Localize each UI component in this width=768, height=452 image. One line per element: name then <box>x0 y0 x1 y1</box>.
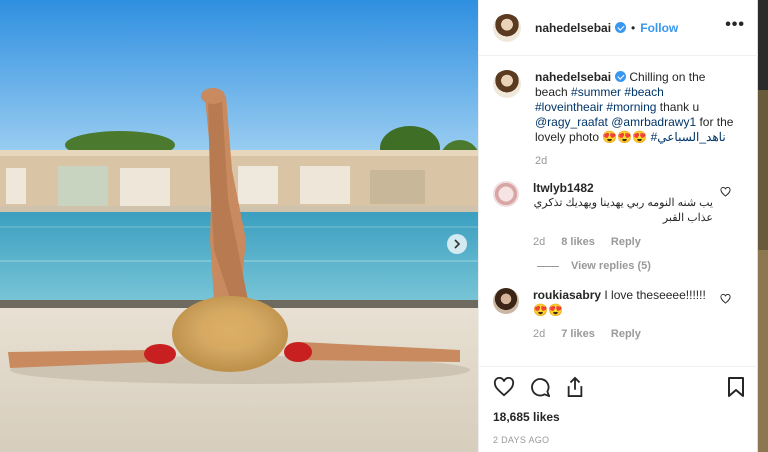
beach-photo-illustration <box>0 0 478 452</box>
hashtag-arabic[interactable]: #ناهد_السباعي <box>651 130 726 144</box>
reply-button[interactable]: Reply <box>611 236 641 248</box>
author-avatar[interactable] <box>493 13 521 42</box>
bookmark-icon[interactable] <box>727 376 745 398</box>
commenter-avatar[interactable] <box>493 181 519 207</box>
comment-time[interactable]: 2d <box>533 328 545 340</box>
caption-avatar[interactable] <box>493 70 521 98</box>
post-date[interactable]: 2 DAYS AGO <box>493 435 745 445</box>
post-photo <box>0 0 478 452</box>
view-replies-button[interactable]: View replies (5) <box>537 260 745 272</box>
hashtag-beach[interactable]: #beach <box>624 85 663 99</box>
comment-time[interactable]: 2d <box>533 236 545 248</box>
hashtag-morning[interactable]: #morning <box>606 100 656 114</box>
commenter-avatar[interactable] <box>493 288 519 314</box>
caption-text: nahedelsebai Chilling on the beach #summ… <box>535 70 735 145</box>
mention-ragy[interactable]: @ragy_raafat <box>535 115 608 129</box>
background-gutter <box>758 0 768 452</box>
comment-meta: 2d 8 likes Reply <box>533 236 713 248</box>
heart-icon[interactable] <box>720 187 731 197</box>
comment: roukiasabry I love theseeee!!!!!!😍😍 2d 7… <box>493 288 745 340</box>
post-actions: 18,685 likes 2 DAYS AGO <box>479 366 759 445</box>
comment-likes[interactable]: 7 likes <box>561 328 595 340</box>
follow-button[interactable]: Follow <box>640 21 678 35</box>
post-side-panel: nahedelsebai • Follow ••• nahedelsebai C… <box>478 0 759 452</box>
heart-icon[interactable] <box>493 377 515 397</box>
hashtag-summer[interactable]: #summer <box>571 85 621 99</box>
comment-username[interactable]: ltwlyb1482 <box>533 181 594 195</box>
separator-dot: • <box>631 20 636 35</box>
comment-likes[interactable]: 8 likes <box>561 236 595 248</box>
gutter-shade <box>758 90 768 250</box>
caption-text-part: thank u <box>656 100 700 114</box>
caption-time[interactable]: 2d <box>535 155 547 167</box>
action-bar <box>493 375 745 399</box>
caption-meta: 2d <box>535 155 735 167</box>
caption: nahedelsebai Chilling on the beach #summ… <box>493 70 745 167</box>
caption-username[interactable]: nahedelsebai <box>535 70 611 84</box>
more-options-button[interactable]: ••• <box>725 17 745 33</box>
comment-meta: 2d 7 likes Reply <box>533 328 713 340</box>
heart-icon[interactable] <box>720 294 731 304</box>
author-username[interactable]: nahedelsebai <box>535 21 611 35</box>
reply-button[interactable]: Reply <box>611 328 641 340</box>
chevron-right-icon <box>454 239 461 249</box>
likes-count[interactable]: 18,685 likes <box>493 410 745 424</box>
post-header: nahedelsebai • Follow ••• <box>479 0 759 56</box>
comment-username[interactable]: roukiasabry <box>533 288 601 302</box>
comment-text: يب شنه النومه ربي يهدينا ويهديك تذكري عذ… <box>533 197 713 224</box>
verified-badge-icon <box>615 22 627 33</box>
divider-line <box>537 265 559 267</box>
comments-section[interactable]: nahedelsebai Chilling on the beach #summ… <box>479 56 759 366</box>
mention-amrbadrawy[interactable]: @amrbadrawy1 <box>611 115 696 129</box>
gutter-shade <box>758 250 768 452</box>
comment-icon[interactable] <box>529 376 551 398</box>
share-icon[interactable] <box>565 376 585 398</box>
comment: ltwlyb1482 يب شنه النومه ربي يهدينا ويهد… <box>493 181 745 248</box>
hashtag-loveintheair[interactable]: #loveintheair <box>535 100 603 114</box>
caption-emoji: 😍😍😍 <box>602 130 648 144</box>
next-photo-button[interactable] <box>447 234 467 254</box>
view-replies-label: View replies (5) <box>571 260 651 272</box>
verified-badge-icon <box>615 71 627 82</box>
